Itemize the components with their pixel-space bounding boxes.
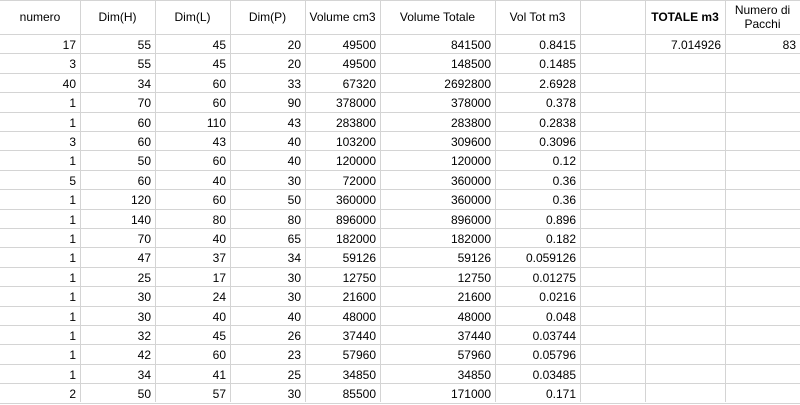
header-volume-totale[interactable]: Volume Totale [380,0,495,34]
grid-line-horizontal [0,344,800,345]
grid-line-horizontal [0,209,800,210]
grid-line-horizontal [0,403,800,404]
header-dim-h[interactable]: Dim(H) [80,0,155,34]
grid-line-horizontal [0,325,800,326]
grid-line-vertical [725,0,726,402]
header-dim-l[interactable]: Dim(L) [155,0,230,34]
grid-line-horizontal [0,364,800,365]
grid-line-horizontal [0,383,800,384]
grid-line-vertical [80,0,81,402]
grid-line-horizontal [0,73,800,74]
header-vol-tot-m3[interactable]: Vol Tot m3 [495,0,580,34]
header-totale-m3[interactable]: TOTALE m3 [645,0,725,34]
header-numero-pacchi[interactable]: Numero di Pacchi [725,0,800,34]
grid-line-vertical [645,0,646,402]
spreadsheet-grid[interactable]: numero Dim(H) Dim(L) Dim(P) Volume cm3 V… [0,0,800,404]
grid-line-vertical [155,0,156,402]
grid-line-vertical [305,0,306,402]
grid-line-vertical [495,0,496,402]
grid-line-horizontal [0,228,800,229]
grid-line-vertical [580,0,581,402]
header-volume-cm3[interactable]: Volume cm3 [305,0,380,34]
grid-line-vertical [380,0,381,402]
grid-line-horizontal [0,189,800,190]
grid-line-horizontal [0,131,800,132]
grid-line-horizontal [0,0,800,1]
grid-line-horizontal [0,286,800,287]
header-numero[interactable]: numero [0,0,80,34]
grid-line-horizontal [0,53,800,54]
grid-line-horizontal [0,112,800,113]
grid-line-horizontal [0,306,800,307]
grid-line-horizontal [0,150,800,151]
grid-line-horizontal [0,34,800,35]
grid-line-horizontal [0,92,800,93]
grid-line-horizontal [0,247,800,248]
grid-line-horizontal [0,267,800,268]
grid-line-vertical [230,0,231,402]
grid-line-horizontal [0,170,800,171]
header-dim-p[interactable]: Dim(P) [230,0,305,34]
